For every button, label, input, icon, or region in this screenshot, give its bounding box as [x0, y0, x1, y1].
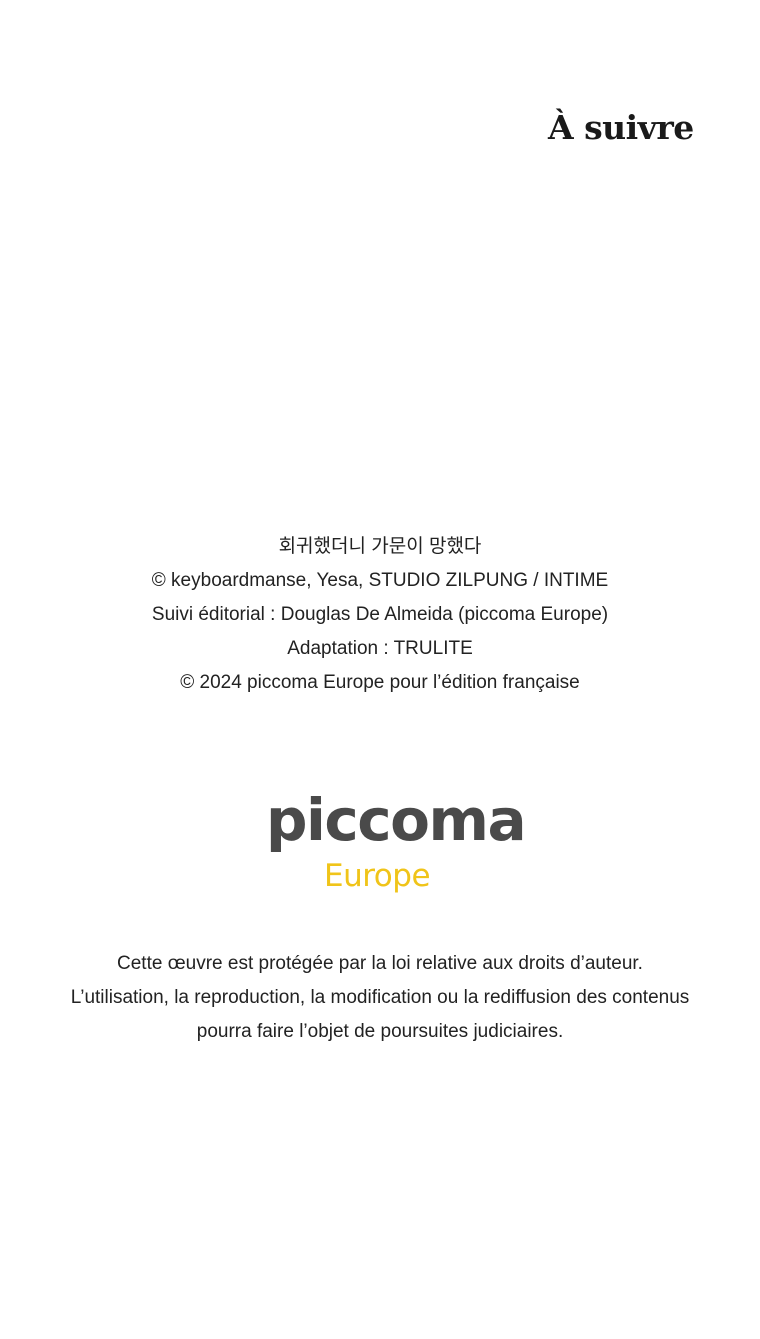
copyright-notice: Cette œuvre est protégée par la loi rela…	[0, 947, 760, 1049]
notice-line: L’utilisation, la reproduction, la modif…	[70, 987, 690, 1008]
notice-line: pourra faire l’objet de poursuites judic…	[196, 1021, 564, 1042]
credits-adaptation: Adaptation : TRULITE	[287, 638, 473, 659]
credits-original-title: 회귀했더니 가문이 망했다	[278, 536, 482, 557]
credits-block: 회귀했더니 가문이 망했다 © keyboardmanse, Yesa, STU…	[0, 530, 760, 700]
logo-brand-text: piccoma	[266, 786, 527, 854]
credits-editorial: Suivi éditorial : Douglas De Almeida (pi…	[151, 604, 609, 625]
logo-region-text: Europe	[324, 858, 431, 894]
credits-copyright-authors: © keyboardmanse, Yesa, STUDIO ZILPUNG / …	[151, 570, 609, 591]
credits-french-edition: © 2024 piccoma Europe pour l’édition fra…	[180, 672, 580, 693]
notice-line: Cette œuvre est protégée par la loi rela…	[117, 953, 643, 974]
to-be-continued-title: À suivre	[548, 108, 694, 147]
